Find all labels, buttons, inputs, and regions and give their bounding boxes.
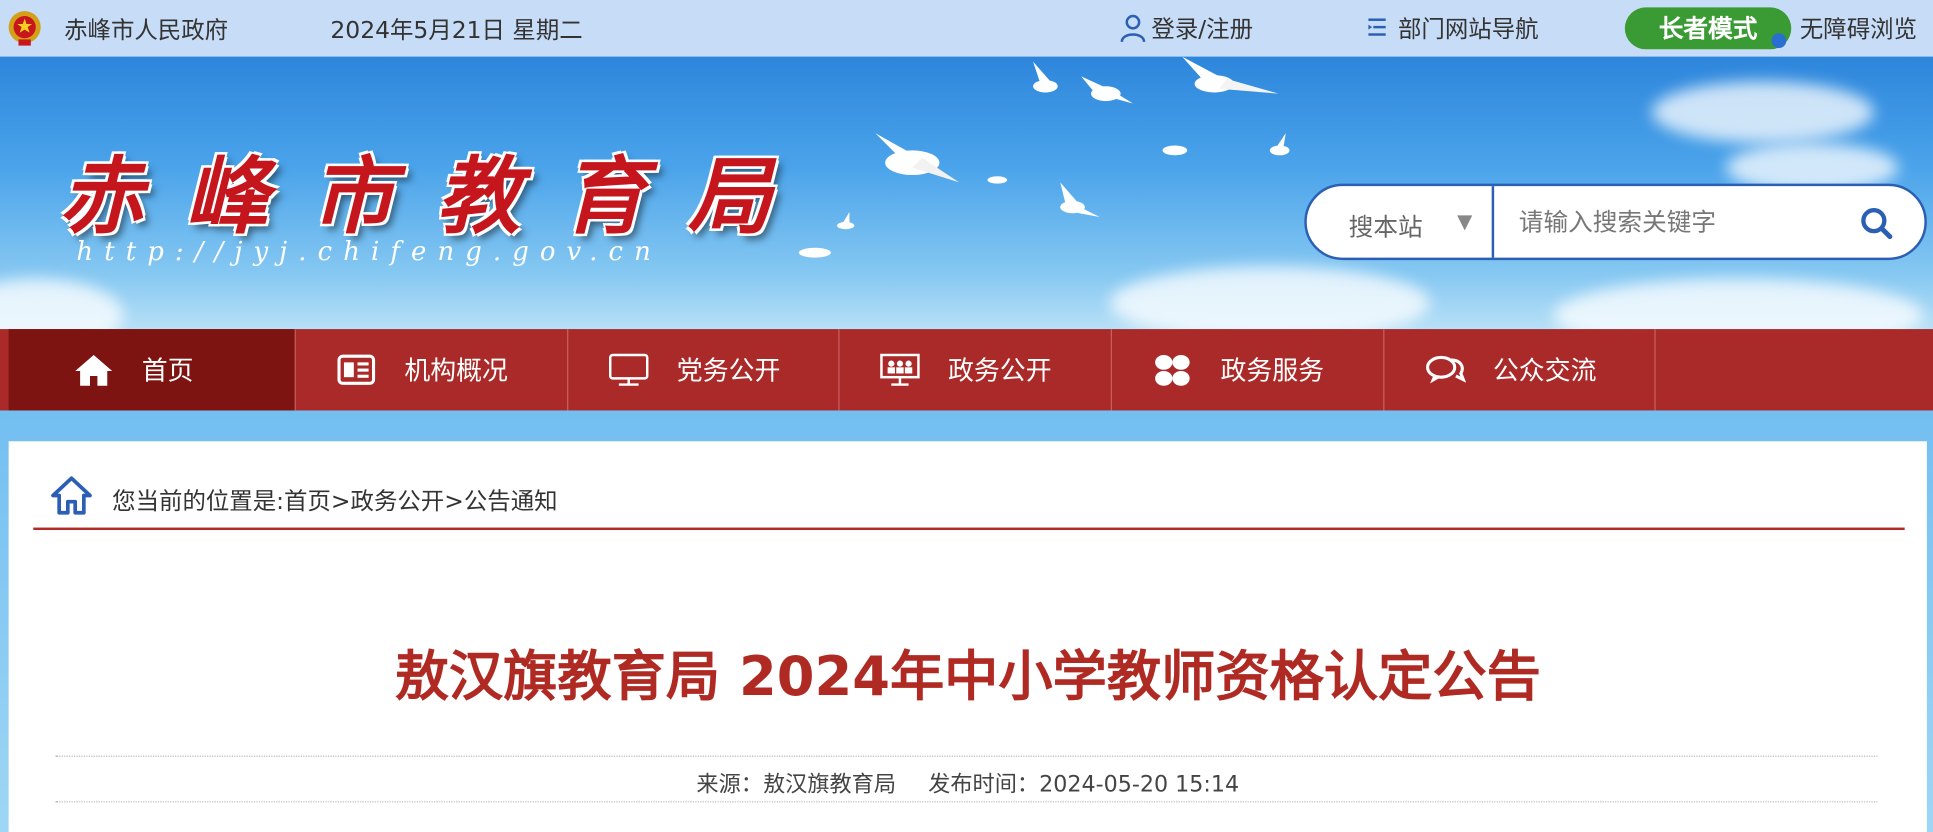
search-bar: 搜本站 ▼ xyxy=(1304,183,1927,261)
dept-nav-label: 部门网站导航 xyxy=(1397,16,1539,44)
login-register-link[interactable]: 登录/注册 xyxy=(1119,11,1253,44)
nav-item-service[interactable]: 政务服务 xyxy=(1112,329,1385,411)
dove-icon xyxy=(1162,145,1188,156)
cloud-decoration xyxy=(1553,278,1924,330)
article-panel: 您当前的位置是:首页>政务公开>公告通知 敖汉旗教育局 2024年中小学教师资格… xyxy=(8,441,1927,832)
publish-time-value: 2024-05-20 15:14 xyxy=(1039,771,1240,798)
dove-icon xyxy=(798,247,831,258)
source-label: 来源： xyxy=(696,771,763,798)
article-title: 敖汉旗教育局 2024年中小学教师资格认定公告 xyxy=(394,645,1541,709)
elder-mode-button[interactable]: 长者模式 xyxy=(1624,7,1792,50)
nav-item-home[interactable]: 首页 xyxy=(8,329,296,411)
nav-item-government[interactable]: 政务公开 xyxy=(840,329,1112,411)
search-icon[interactable] xyxy=(1859,206,1894,241)
breadcrumb-separator: > xyxy=(330,488,351,516)
publish-time-label: 发布时间： xyxy=(928,771,1040,798)
nav-label: 机构概况 xyxy=(404,356,508,386)
page: 赤峰市人民政府 2024年5月21日 星期二 登录/注册 部门网站导航 长者模式… xyxy=(0,0,1933,832)
search-input[interactable] xyxy=(1516,200,1850,243)
cloud-decoration xyxy=(1651,81,1874,143)
nav-label: 政务公开 xyxy=(948,356,1052,386)
user-icon xyxy=(1120,14,1146,42)
search-divider xyxy=(1491,186,1495,258)
top-bar: 赤峰市人民政府 2024年5月21日 星期二 登录/注册 部门网站导航 长者模式… xyxy=(0,0,1933,57)
home-icon[interactable] xyxy=(51,475,93,517)
breadcrumb-notices[interactable]: 公告通知 xyxy=(464,488,558,515)
dove-icon xyxy=(987,176,1008,184)
dept-nav-link[interactable]: 部门网站导航 xyxy=(1366,11,1539,44)
news-icon xyxy=(335,353,377,388)
nav-item-party[interactable]: 党务公开 xyxy=(568,329,840,411)
breadcrumb-separator: > xyxy=(444,488,464,516)
breadcrumb-home[interactable]: 首页 xyxy=(284,488,331,515)
elder-mode-label: 长者模式 xyxy=(1658,13,1758,44)
list-nav-icon xyxy=(1368,17,1386,36)
site-url: http://jyj.chifeng.gov.cn xyxy=(76,236,662,267)
main-nav: 首页 机构概况 党务公开 政务公开 政务服务 公众交流 xyxy=(0,329,1933,411)
cloud-decoration xyxy=(1109,266,1431,330)
dove-icon xyxy=(1182,56,1279,94)
divider xyxy=(55,755,1878,757)
dove-icon xyxy=(1269,133,1290,156)
national-emblem-icon xyxy=(8,11,41,46)
article-meta: 来源：敖汉旗教育局 发布时间：2024-05-20 15:14 xyxy=(9,767,1927,799)
gov-name[interactable]: 赤峰市人民政府 xyxy=(64,12,228,45)
cloud-decoration xyxy=(0,278,124,330)
nav-label: 首页 xyxy=(141,356,194,386)
nav-item-org[interactable]: 机构概况 xyxy=(296,329,569,411)
breadcrumb-prefix: 您当前的位置是: xyxy=(112,488,285,516)
site-title[interactable]: 赤峰市教育局 xyxy=(59,128,813,250)
home-icon xyxy=(73,353,115,388)
accessible-browse-link[interactable]: 无障碍浏览 xyxy=(1800,11,1917,44)
monitor-icon xyxy=(608,353,650,388)
search-scope-select[interactable]: 搜本站 xyxy=(1349,207,1423,243)
source-value: 敖汉旗教育局 xyxy=(762,771,897,798)
dove-icon xyxy=(1033,61,1058,93)
nav-label: 公众交流 xyxy=(1492,356,1597,386)
dove-icon xyxy=(1081,76,1133,104)
header-banner: 赤峰市教育局 http://jyj.chifeng.gov.cn 搜本站 ▼ 请… xyxy=(0,56,1933,330)
current-date: 2024年5月21日 星期二 xyxy=(330,17,583,45)
dove-icon xyxy=(837,212,855,230)
chat-icon xyxy=(1424,353,1466,388)
divider xyxy=(55,801,1878,803)
people-board-icon xyxy=(879,353,921,388)
breadcrumb: 您当前的位置是:首页>政务公开>公告通知 xyxy=(33,475,1905,531)
login-register-label: 登录/注册 xyxy=(1151,16,1254,44)
chevron-down-icon[interactable]: ▼ xyxy=(1457,210,1472,233)
nav-label: 党务公开 xyxy=(676,356,781,386)
dove-icon xyxy=(875,133,960,183)
dove-icon xyxy=(1060,182,1100,217)
breadcrumb-text: 您当前的位置是:首页>政务公开>公告通知 xyxy=(112,483,557,516)
breadcrumb-government[interactable]: 政务公开 xyxy=(351,488,445,515)
nav-item-public[interactable]: 公众交流 xyxy=(1384,329,1656,411)
grid-icon xyxy=(1151,353,1193,388)
nav-label: 政务服务 xyxy=(1220,356,1325,386)
elder-mode-badge-icon xyxy=(1771,33,1787,49)
